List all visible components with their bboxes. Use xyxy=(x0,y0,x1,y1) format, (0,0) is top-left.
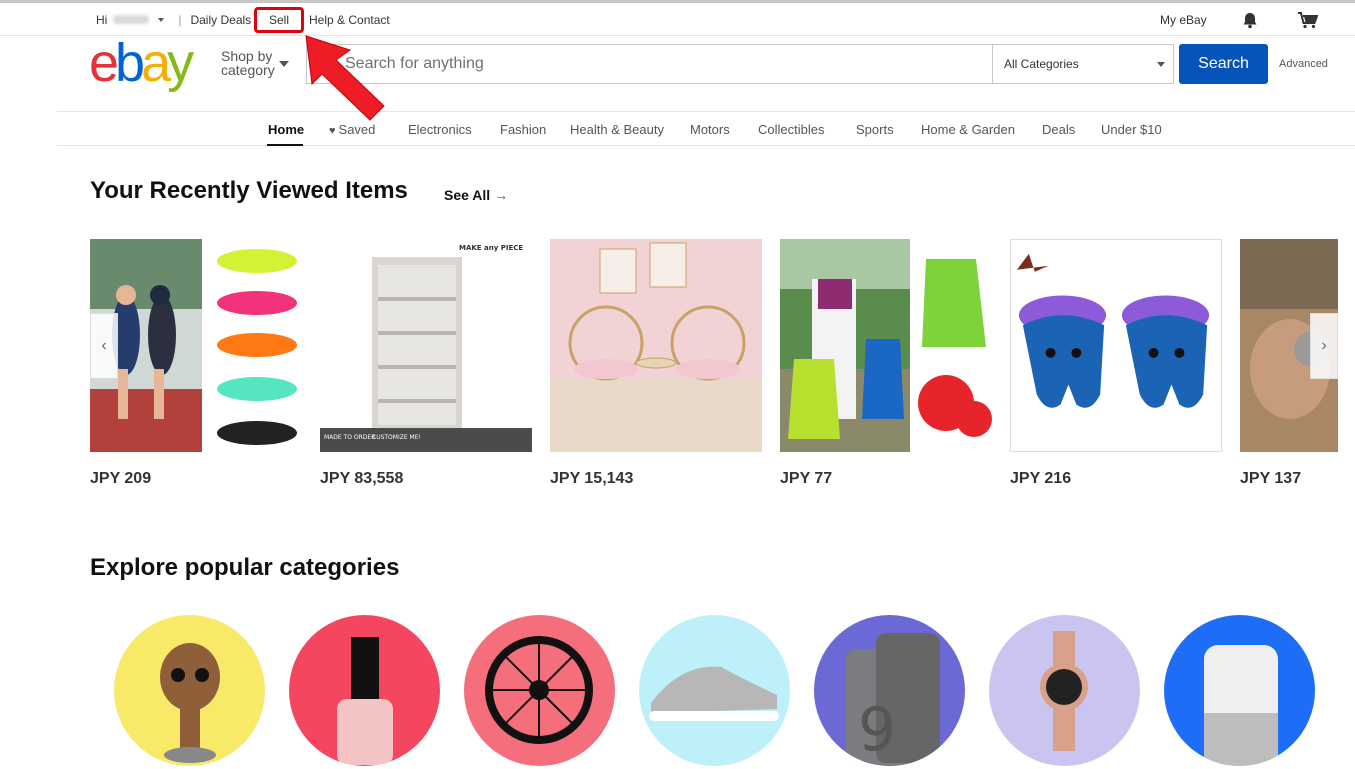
active-tab-indicator xyxy=(267,144,303,146)
groot-figure-image[interactable] xyxy=(114,615,265,766)
list-item[interactable]: JPY 209 xyxy=(90,239,302,487)
phone-image[interactable]: 9 xyxy=(814,615,965,766)
item-price: JPY 216 xyxy=(1010,470,1072,487)
chevron-down-icon xyxy=(279,61,289,67)
ebay-logo[interactable]: ebay xyxy=(89,36,194,90)
daily-deals-link[interactable]: Daily Deals xyxy=(190,13,251,27)
nav-deals[interactable]: Deals xyxy=(1042,122,1075,137)
svg-text:9: 9 xyxy=(858,695,896,765)
watch-image[interactable] xyxy=(989,615,1140,766)
my-ebay-link[interactable]: My eBay xyxy=(1160,13,1207,27)
chevron-down-icon xyxy=(158,17,165,22)
bell-icon[interactable] xyxy=(1241,11,1259,29)
carousel-next-button[interactable]: › xyxy=(1310,313,1338,379)
list-item[interactable]: JPY 77 xyxy=(780,239,992,487)
user-name-redacted xyxy=(113,15,150,24)
shopping-bags-image xyxy=(780,239,992,452)
nav-home-garden[interactable]: Home & Garden xyxy=(921,122,1015,137)
nav-electronics[interactable]: Electronics xyxy=(408,122,472,137)
see-all-link[interactable]: See All → xyxy=(444,187,508,203)
sell-link[interactable]: Sell xyxy=(254,7,304,33)
nail-polish-image[interactable] xyxy=(289,615,440,766)
svg-text:MADE TO ORDER: MADE TO ORDER xyxy=(324,434,375,441)
item-price: JPY 15,143 xyxy=(550,470,634,487)
search-input[interactable] xyxy=(307,45,991,83)
nav-fashion[interactable]: Fashion xyxy=(500,122,546,137)
nav-motors[interactable]: Motors xyxy=(690,122,730,137)
chevron-left-icon: ‹ xyxy=(101,337,107,354)
nav-home[interactable]: Home xyxy=(268,122,304,137)
shop-by-category-button[interactable]: Shop by category xyxy=(221,49,275,77)
greeting-text: Hi xyxy=(96,12,108,27)
list-item[interactable]: JPY 216 xyxy=(1010,239,1222,487)
red-arrow-annotation xyxy=(305,35,385,121)
nav-collectibles[interactable]: Collectibles xyxy=(758,122,824,137)
wheel-image[interactable] xyxy=(464,615,615,766)
explore-title: Explore popular categories xyxy=(90,554,400,581)
arrow-right-icon: → xyxy=(494,187,509,203)
search-bar: All Categories xyxy=(306,44,1174,84)
category-nav: Home ♥ Saved Electronics Fashion Health &… xyxy=(57,111,1355,146)
top-bar: Hi | Daily Deals Sell Help & Contact My … xyxy=(0,0,1355,36)
help-contact-link[interactable]: Help & Contact xyxy=(309,13,390,27)
sneaker-image[interactable] xyxy=(639,615,790,766)
item-price: JPY 137 xyxy=(1240,470,1302,487)
chevron-down-icon xyxy=(1157,62,1165,67)
item-price: JPY 83,558 xyxy=(320,470,404,487)
carousel-prev-button[interactable]: ‹ xyxy=(90,313,118,379)
user-greeting[interactable]: Hi xyxy=(96,12,165,27)
top-bar-left: Hi | Daily Deals xyxy=(96,3,251,36)
svg-text:CUSTOMIZE ME!: CUSTOMIZE ME! xyxy=(372,434,421,441)
chairs-image xyxy=(550,239,762,452)
advanced-search-link[interactable]: Advanced xyxy=(1279,58,1328,70)
svg-text:MAKE any PIECE: MAKE any PIECE xyxy=(459,244,523,252)
recently-viewed-title: Your Recently Viewed Items xyxy=(90,177,408,204)
search-button[interactable]: Search xyxy=(1179,44,1268,84)
divider: | xyxy=(178,12,182,27)
item-price: JPY 77 xyxy=(780,470,833,487)
nav-health-beauty[interactable]: Health & Beauty xyxy=(570,122,664,137)
nav-under-10[interactable]: Under $10 xyxy=(1101,122,1162,137)
list-item[interactable]: JPY 15,143 xyxy=(550,239,762,487)
cart-icon[interactable] xyxy=(1297,11,1319,29)
item-price: JPY 209 xyxy=(90,470,152,487)
chevron-right-icon: › xyxy=(1321,337,1327,354)
list-item[interactable]: MAKE any PIECE MADE TO ORDER CUSTOMIZE M… xyxy=(320,239,532,487)
water-shoes-image xyxy=(90,239,302,452)
squishy-toy-image xyxy=(1010,239,1222,452)
heart-icon: ♥ xyxy=(329,125,336,137)
smart-speaker-image[interactable] xyxy=(1164,615,1315,766)
nav-saved[interactable]: ♥ Saved xyxy=(329,122,375,137)
nav-sports[interactable]: Sports xyxy=(856,122,894,137)
category-select[interactable]: All Categories xyxy=(992,45,1174,83)
shelf-image: MAKE any PIECE MADE TO ORDER CUSTOMIZE M… xyxy=(320,239,532,452)
